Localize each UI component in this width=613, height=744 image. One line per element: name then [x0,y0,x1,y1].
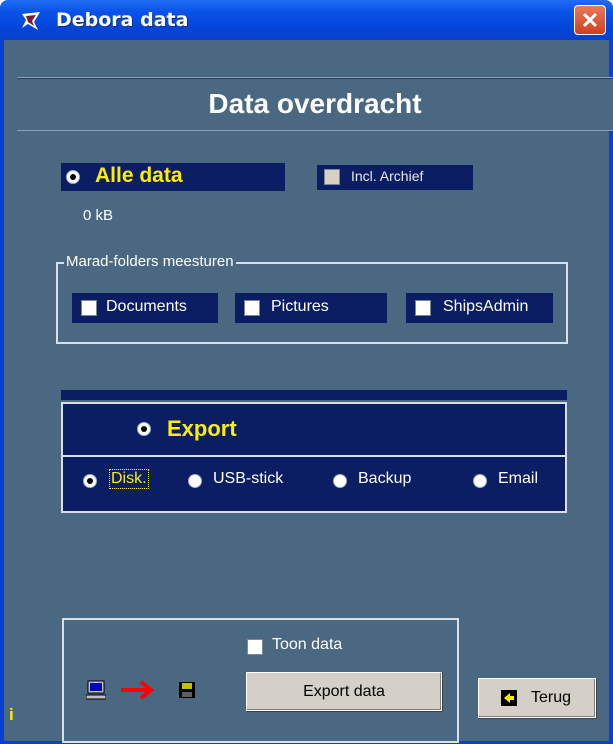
email-label: Email [498,470,539,487]
usb-stick-label: USB-stick [213,470,284,487]
documents-checkbox[interactable] [81,300,97,316]
export-option[interactable]: Export [133,414,333,444]
arrow-left-icon [501,690,517,706]
info-indicator: i [9,705,14,724]
backup-label: Backup [358,470,412,487]
back-button-label: Terug [531,689,572,706]
disk-radio[interactable] [83,474,97,488]
title-bar[interactable]: Debora data ✕ [0,0,613,40]
all-data-option[interactable]: Alle data [61,163,285,191]
target-backup[interactable]: Backup [328,464,438,494]
marad-folders-legend: Marad-folders meesturen [64,253,236,270]
folder-documents[interactable]: Documents [72,293,218,323]
pictures-label: Pictures [271,298,329,315]
header-bar: Data overdracht [17,77,613,131]
folder-shipsadmin[interactable]: ShipsAdmin [406,293,553,323]
show-data-label: Toon data [272,636,343,653]
export-label: Export [167,416,237,441]
email-radio[interactable] [473,474,487,488]
data-size: 0 kB [83,207,114,224]
app-window: Debora data ✕ Data overdracht Alle data … [0,0,613,744]
show-data-checkbox[interactable] [247,639,263,655]
show-data-option[interactable]: Toon data [244,635,384,659]
target-disk[interactable]: Disk. [78,464,178,494]
target-usb-stick[interactable]: USB-stick [183,464,313,494]
include-archive-label: Incl. Archief [351,168,424,184]
folder-pictures[interactable]: Pictures [235,293,387,323]
export-panel: Export Disk. USB-stick Backup Email [61,402,567,513]
shipsadmin-checkbox[interactable] [415,300,431,316]
export-data-button[interactable]: Export data [246,672,442,711]
target-email[interactable]: Email [468,464,558,494]
disk-label: Disk. [109,469,149,489]
export-radio[interactable] [137,422,151,436]
usb-stick-radio[interactable] [188,474,202,488]
all-data-radio[interactable] [66,170,80,184]
floppy-disk-icon [179,682,195,698]
all-data-label: Alle data [95,164,183,187]
close-button[interactable]: ✕ [574,5,606,35]
window-title: Debora data [56,9,189,31]
computer-icon [86,680,106,700]
arrow-right-icon [121,680,155,700]
pictures-checkbox[interactable] [244,300,260,316]
include-archive-checkbox[interactable] [324,169,340,185]
include-archive-option[interactable]: Incl. Archief [317,165,473,190]
export-top-strip [61,390,567,400]
app-icon [22,12,40,30]
export-divider [63,455,565,457]
page-title: Data overdracht [208,88,422,119]
backup-radio[interactable] [333,474,347,488]
client-area: Data overdracht Alle data 0 kB Incl. Arc… [4,40,613,743]
documents-label: Documents [106,298,187,315]
shipsadmin-label: ShipsAdmin [443,298,529,315]
back-button[interactable]: Terug [478,678,596,718]
